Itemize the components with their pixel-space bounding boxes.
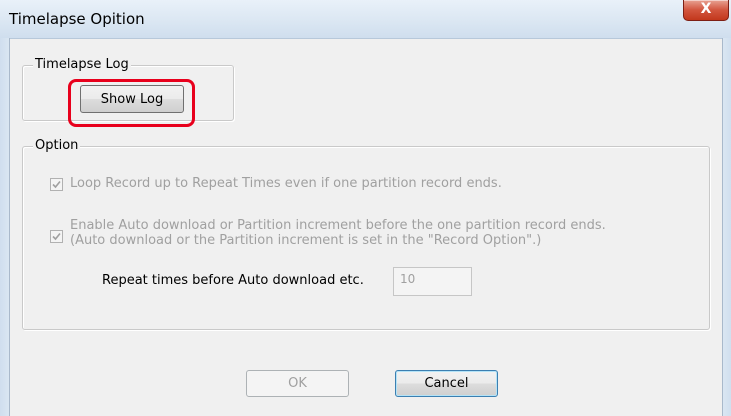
cancel-button[interactable]: Cancel [395, 370, 498, 397]
timelapse-option-dialog: Timelapse Opition X Timelapse Log Show L… [0, 0, 731, 416]
timelapse-log-legend: Timelapse Log [33, 57, 131, 72]
close-button[interactable]: X [683, 0, 729, 21]
auto-download-label-line2: (Auto download or the Partition incremen… [70, 233, 542, 248]
loop-record-label: Loop Record up to Repeat Times even if o… [70, 176, 502, 191]
auto-download-checkbox[interactable] [50, 230, 63, 243]
show-log-button[interactable]: Show Log [80, 85, 184, 113]
close-icon: X [700, 1, 712, 17]
title-bar[interactable]: Timelapse Opition X [0, 0, 731, 39]
window-frame-left [0, 38, 10, 416]
loop-record-checkbox[interactable] [50, 178, 63, 191]
window-title: Timelapse Opition [9, 10, 145, 28]
repeat-times-label: Repeat times before Auto download etc. [102, 273, 364, 288]
ok-button[interactable]: OK [246, 370, 349, 397]
repeat-times-input[interactable]: 10 [393, 267, 472, 296]
option-legend: Option [33, 138, 81, 153]
checkmark-icon [52, 180, 61, 189]
checkmark-icon [52, 232, 61, 241]
auto-download-label-line1: Enable Auto download or Partition increm… [70, 218, 606, 233]
window-frame-right [722, 38, 731, 416]
